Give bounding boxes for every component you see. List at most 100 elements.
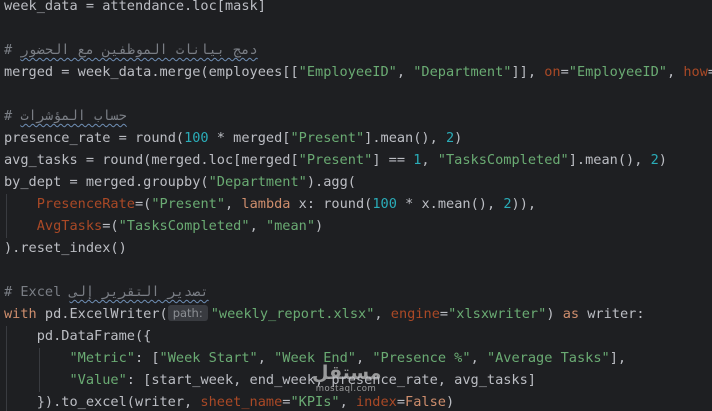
code-token: , bbox=[355, 350, 373, 366]
code-token: engine bbox=[390, 306, 440, 322]
code-token: "Metric" bbox=[69, 350, 135, 366]
code-token: how bbox=[683, 64, 708, 80]
code-line[interactable]: }).to_excel(writer, sheet_name = "KPIs", i… bbox=[4, 391, 454, 411]
code-token: "Week End" bbox=[274, 350, 356, 366]
code-token: , bbox=[666, 64, 684, 80]
code-token: = bbox=[396, 394, 406, 410]
code-token: "EmployeeID" bbox=[568, 64, 667, 80]
code-token: "TasksCompleted" bbox=[437, 152, 569, 168]
code-line[interactable]: avg_tasks = round(merged.loc[merged["Pre… bbox=[4, 149, 667, 171]
code-token: = bbox=[439, 306, 449, 322]
code-line[interactable]: with pd.ExcelWriter(path: "weekly_report.… bbox=[4, 303, 645, 325]
code-token: , bbox=[374, 306, 391, 322]
code-line[interactable]: PresenceRate=("Present", lambda x: round… bbox=[4, 193, 536, 215]
code-token: ], bbox=[609, 350, 627, 366]
code-line[interactable]: merged = week_data.merge(employees[["Emp… bbox=[4, 61, 712, 83]
code-token: ) bbox=[546, 306, 563, 322]
code-token: "Presence %" bbox=[372, 350, 471, 366]
code-token: 100 bbox=[372, 196, 397, 212]
code-line[interactable]: presence_rate = round(100 * merged["Pres… bbox=[4, 127, 462, 149]
code-token: ( bbox=[175, 130, 185, 146]
code-token: , bbox=[249, 218, 266, 234]
code-token: "Average Tasks" bbox=[486, 350, 610, 366]
code-token: =( bbox=[102, 218, 119, 234]
code-comment: # bbox=[4, 108, 21, 124]
code-token: , bbox=[396, 64, 414, 80]
code-token: : [start_week, end_week, presence_rate, … bbox=[126, 372, 536, 388]
code-token: on bbox=[544, 64, 561, 80]
code-token: pd.ExcelWriter( bbox=[36, 306, 168, 322]
code-token: sheet_name bbox=[200, 394, 283, 410]
code-line[interactable]: # دمج بيانات الموظفين مع الحضور bbox=[4, 39, 258, 61]
code-token: 100 bbox=[184, 130, 209, 146]
code-token: * merged[ bbox=[208, 130, 291, 146]
code-token: ]], bbox=[511, 64, 545, 80]
code-token: ].mean(), bbox=[364, 130, 446, 146]
code-token: "TasksCompleted" bbox=[118, 218, 250, 234]
code-token: 2 bbox=[650, 152, 659, 168]
code-token: * x.mean(), bbox=[396, 196, 504, 212]
code-line[interactable]: # حساب المؤشرات bbox=[4, 105, 127, 127]
code-comment: تصدير التقرير إلى bbox=[69, 284, 209, 300]
code-token: ] == bbox=[372, 152, 414, 168]
code-token: 2 bbox=[445, 130, 455, 146]
code-token: 2 bbox=[503, 196, 512, 212]
code-token: "weekly_report.xlsx" bbox=[210, 306, 375, 322]
code-line[interactable]: ).reset_index() bbox=[4, 237, 127, 259]
code-token: lambda bbox=[241, 196, 291, 212]
code-token: avg_tasks = bbox=[4, 152, 103, 168]
code-token: ) bbox=[658, 152, 667, 168]
code-token: ) bbox=[315, 218, 324, 234]
code-token: "Department" bbox=[413, 64, 512, 80]
code-comment: حساب المؤشرات bbox=[20, 108, 127, 124]
code-token: ) bbox=[445, 394, 455, 410]
code-line[interactable]: "Value": [start_week, end_week, presence… bbox=[4, 369, 536, 391]
code-token: as bbox=[562, 306, 580, 322]
code-line[interactable]: # Excel تصدير التقرير إلى bbox=[4, 281, 209, 303]
code-token: pd.DataFrame({ bbox=[4, 328, 152, 344]
code-token: merged = week_data.merge(employees[[ bbox=[4, 64, 299, 80]
code-line[interactable]: "Metric": ["Week Start", "Week End", "Pr… bbox=[4, 347, 626, 369]
parameter-hint: path: bbox=[167, 305, 208, 321]
code-token: "Department" bbox=[208, 174, 307, 190]
code-line[interactable]: pd.DataFrame({ bbox=[4, 325, 152, 347]
code-token: ).reset_index() bbox=[4, 240, 127, 256]
code-token: ].mean(), bbox=[568, 152, 651, 168]
code-token: round bbox=[102, 152, 144, 168]
code-token: PresenceRate bbox=[36, 196, 135, 212]
code-token: ).agg( bbox=[306, 174, 356, 190]
code-token: presence_rate = bbox=[4, 130, 135, 146]
code-token: , bbox=[421, 152, 438, 168]
code-token: , bbox=[257, 350, 275, 366]
code-comment: # bbox=[4, 42, 21, 58]
code-token: , bbox=[339, 394, 356, 410]
code-token: week_data = attendance.loc[mask] bbox=[4, 0, 266, 14]
code-token: round bbox=[323, 196, 365, 212]
code-token: AvgTasks bbox=[36, 218, 103, 234]
code-line[interactable]: AvgTasks=("TasksCompleted", "mean") bbox=[4, 215, 323, 237]
code-token: False bbox=[405, 394, 446, 410]
code-token: "Value" bbox=[69, 372, 127, 388]
code-token: "KPIs" bbox=[290, 394, 340, 410]
code-token: : [ bbox=[134, 350, 160, 366]
code-token: with bbox=[4, 306, 37, 322]
code-token: by_dept = merged.groupby( bbox=[4, 174, 209, 190]
code-editor[interactable]: مستقل mostaql.com week_data = attendance… bbox=[0, 0, 712, 411]
code-token: "EmployeeID" bbox=[298, 64, 397, 80]
code-token: }).to_excel(writer, bbox=[4, 394, 201, 410]
code-token: "xlsxwriter" bbox=[448, 306, 547, 322]
code-token: =( bbox=[134, 196, 152, 212]
code-token: (merged.loc[merged[ bbox=[143, 152, 299, 168]
code-token: "mean" bbox=[265, 218, 316, 234]
code-token: = bbox=[708, 64, 712, 80]
code-token: "Present" bbox=[290, 130, 365, 146]
code-token: x: bbox=[290, 196, 324, 212]
code-line[interactable]: week_data = attendance.loc[mask] bbox=[4, 0, 266, 17]
code-token: )), bbox=[511, 196, 537, 212]
code-token: writer: bbox=[579, 306, 645, 322]
code-line[interactable]: by_dept = merged.groupby("Department").a… bbox=[4, 171, 356, 193]
